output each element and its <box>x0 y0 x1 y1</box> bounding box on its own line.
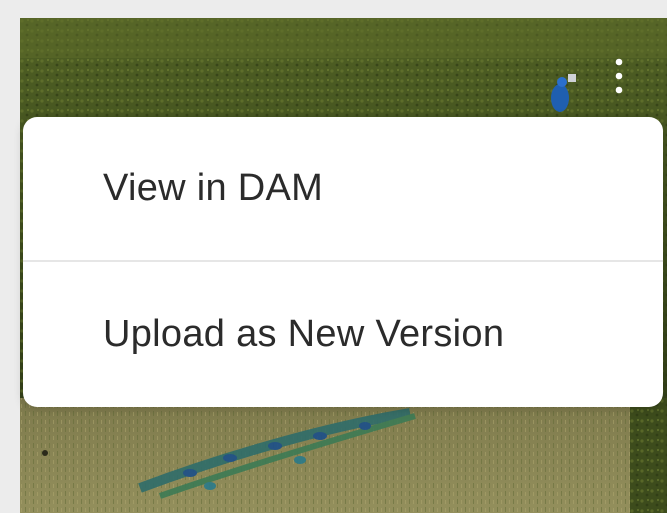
menu-item-label: View in DAM <box>103 167 324 209</box>
more-options-button[interactable] <box>606 54 632 98</box>
vertical-ellipsis-icon <box>615 58 623 94</box>
menu-item-view-in-dam[interactable]: View in DAM <box>23 117 663 260</box>
context-menu: View in DAM Upload as New Version <box>23 117 663 407</box>
menu-item-upload-new-version[interactable]: Upload as New Version <box>23 261 663 407</box>
menu-item-label: Upload as New Version <box>103 312 505 355</box>
asset-card-frame: View in DAM Upload as New Version <box>0 0 667 513</box>
